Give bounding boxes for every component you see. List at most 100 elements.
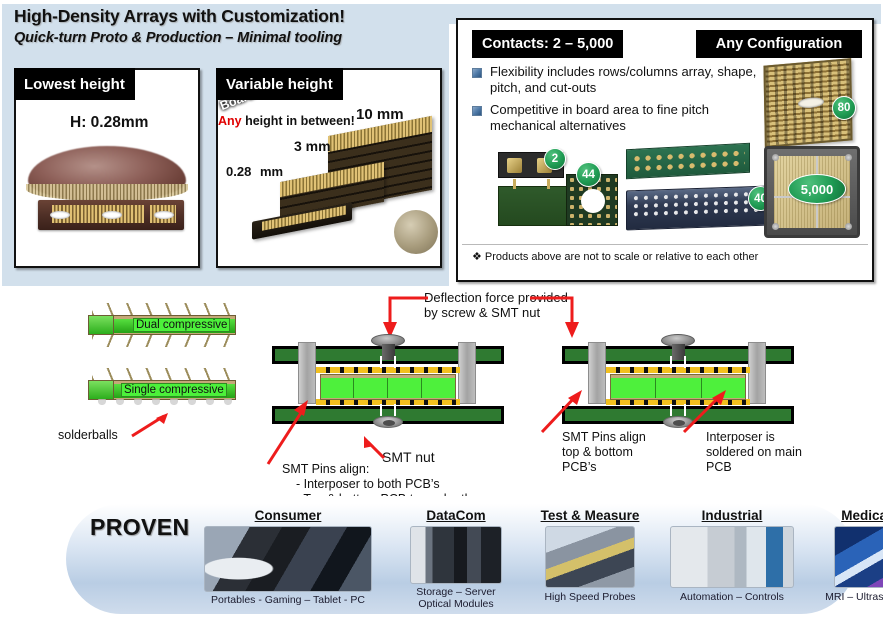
contact-pad-array [633,149,745,175]
proven-band: PROVEN Consumer Portables - Gaming – Tab… [66,504,883,614]
compressive-legs-bottom [92,335,234,347]
bullet-item: Competitive in board area to fine pitch … [472,102,772,133]
consumer-devices-photo [204,526,372,592]
panel-variable-height: 10 mm 3 mm 0.28 mm Board-Board Any heigh… [216,68,442,268]
solderballs-arrow [131,413,168,438]
contacts-footnote: ❖ Products above are not to scale or rel… [472,251,759,263]
segment-caption: Portables - Gaming – Tablet - PC [211,594,365,606]
corner-screw-icon [845,223,852,230]
callout-mid-arrow [540,390,582,434]
strip-end-cap [88,380,114,400]
segment-title: Industrial [701,508,763,523]
smt-pin-post-right [748,342,766,404]
badge-2: 2 [544,148,566,170]
segment-title: Consumer [254,508,322,523]
footnote-divider [462,244,868,245]
center-cutout [581,189,605,213]
smt-pin-post-left [298,342,316,404]
label-10mm: 10 mm [356,106,404,123]
strip-end-cap [88,315,114,335]
reference-coin [394,210,438,254]
bullet-square-icon [472,68,482,78]
corner-screw-icon [772,223,779,230]
callout-right-line3: PCB [706,460,732,474]
badge-5000: 5,000 [788,174,846,204]
contact-pin [547,179,550,189]
page-subtitle: Quick-turn Proto & Production – Minimal … [14,30,342,46]
callout-left-arrow [266,400,308,465]
smt-pin-post-right [458,342,476,404]
market-segment-industrial: Industrial Automation – Controls [656,508,808,603]
panel-variable-height-header: Variable height [216,68,343,100]
any-height-rest: height in between! [241,114,355,128]
product-2-contacts-bottom-photo [498,179,568,226]
callout-mid-line2: top & bottom [562,445,633,459]
segment-title: Medical [841,508,883,523]
chip-cutout [797,96,825,109]
variable-height-photo: 10 mm 3 mm 0.28 mm Board-Board Any heigh… [218,100,440,266]
medical-imaging-photo [834,526,883,588]
panel-lowest-height-header: Lowest height [14,68,135,100]
alignment-dash [670,404,672,416]
panel-contacts: Contacts: 2 – 5,000 Any Configuration Fl… [456,18,874,282]
proven-label: PROVEN [90,514,190,540]
corner-screw-icon [772,154,779,161]
interposer [320,374,456,400]
middle-diagram-section: Dual compressive Single compressive sold… [0,288,883,506]
interposer-strip: Dual compressive [88,315,236,335]
product-20-contacts-photo [626,142,750,180]
segment-caption: High Speed Probes [544,591,636,603]
smt-pin-post-left [588,342,606,404]
test-bench-photo [545,526,635,588]
smt-nut-arrow [364,436,386,460]
pad-row-top [316,367,460,373]
solderballs-label: solderballs [58,428,118,442]
callout-right-line2: soldered on main [706,445,802,459]
contacts-range-header: Contacts: 2 – 5,000 [472,30,624,58]
product-40-contacts-photo [626,185,768,231]
contacts-body: Flexibility includes rows/columns array,… [458,58,872,280]
compressive-legs-top [92,368,234,380]
segment-caption: MRI – Ultrasound [825,591,883,603]
lowest-height-photo: H: 0.28mm [16,100,198,266]
bullet-text: Flexibility includes rows/columns array,… [490,64,757,95]
any-configuration-header: Any Configuration [696,30,862,58]
badge-80: 80 [832,96,856,120]
diagram-single-compressive: Single compressive [88,368,236,408]
contact-pin [513,179,516,189]
segment-title: DataCom [426,508,486,523]
segment-caption-line1: Storage – Server [416,586,496,598]
proven-markets-section: PROVEN Consumer Portables - Gaming – Tab… [0,496,883,625]
callout-mid-line3: PCB’s [562,460,597,474]
page-title-block: High-Density Arrays with Customization! … [14,6,444,46]
any-height-emphasis: Any [218,114,242,128]
label-028-value: 0.28 [226,164,252,179]
alignment-dash [670,356,672,368]
solderball-row [94,399,234,408]
label-3mm: 3 mm [294,138,331,154]
server-racks-photo [410,526,502,584]
smt-nut-icon [373,416,403,428]
label-028mm: 0.28 mm [226,164,283,179]
alignment-dash [394,356,396,368]
alignment-dash [380,356,382,368]
board-hole [102,211,122,219]
pad-row-top [606,367,750,373]
interposer-strip: Single compressive [88,380,236,400]
callout-right-arrow [682,390,726,434]
segment-caption: Automation – Controls [680,591,784,603]
compressive-legs-top [92,303,234,315]
contact-pad-array [633,190,763,218]
alignment-dash [380,404,382,416]
label-028-unit: mm [259,164,284,179]
market-segment-consumer: Consumer Portables - Gaming – Tablet - P… [192,508,384,606]
single-compressive-label: Single compressive [121,383,227,397]
interposer-board-photo [38,200,184,230]
height-label: H: 0.28mm [70,114,149,131]
market-segment-medical: Medical MRI – Ultrasound [802,508,883,603]
segment-title: Test & Measure [540,508,640,523]
bullet-item: Flexibility includes rows/columns array,… [472,64,772,95]
badge-44: 44 [576,162,601,187]
contact-clip [507,158,522,173]
alignment-dash [394,404,396,416]
